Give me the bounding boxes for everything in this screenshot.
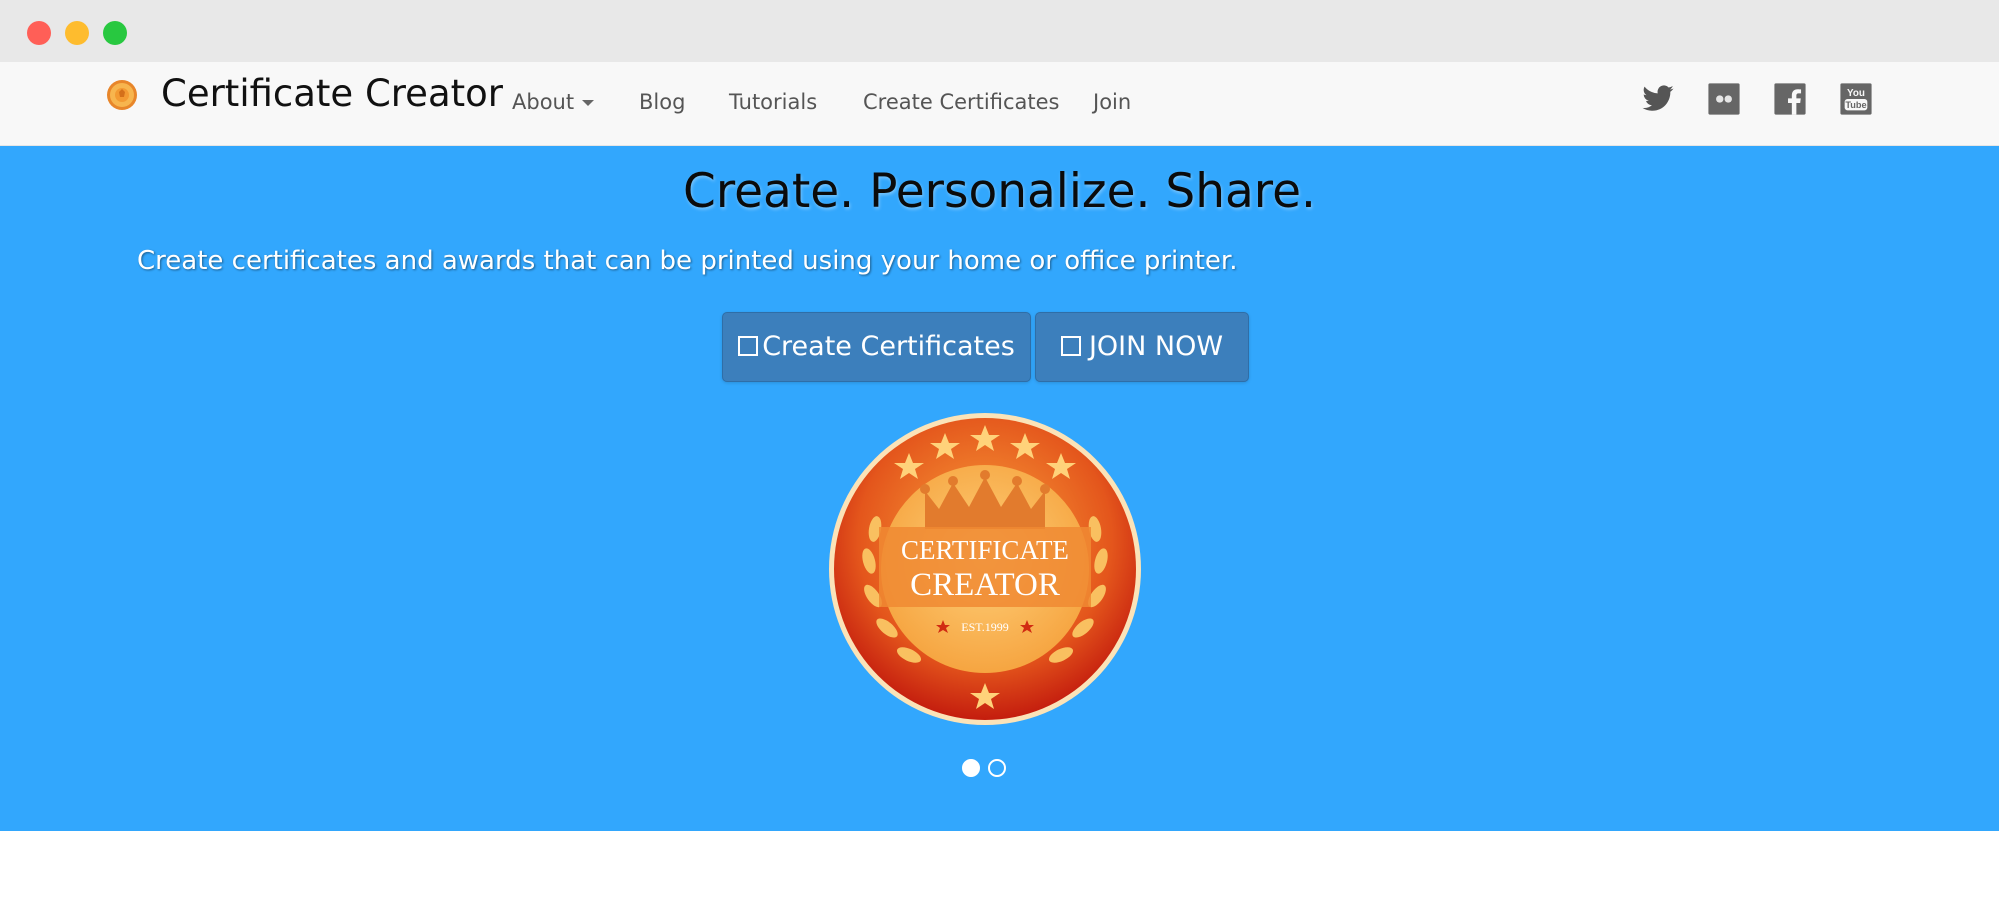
seal-line2: CREATOR	[910, 567, 1060, 603]
nav-about-label: About	[512, 90, 575, 114]
hero-subtitle: Create certificates and awards that can …	[137, 246, 1238, 276]
flickr-icon[interactable]	[1707, 82, 1741, 116]
seal-est: EST.1999	[961, 620, 1008, 634]
seal-line1: CERTIFICATE	[901, 535, 1069, 565]
nav-create-certificates[interactable]: Create Certificates	[863, 82, 1059, 122]
nav-join[interactable]: Join	[1093, 82, 1131, 122]
create-certificates-label: Create Certificates	[762, 331, 1015, 362]
nav-blog[interactable]: Blog	[639, 82, 685, 122]
twitter-icon[interactable]	[1641, 82, 1675, 116]
carousel-indicators	[962, 758, 1010, 778]
hero-carousel: Create. Personalize. Share. Create certi…	[0, 146, 1999, 831]
create-certificates-button[interactable]: Create Certificates	[722, 312, 1031, 382]
window-titlebar	[0, 0, 1999, 62]
nav-tutorials[interactable]: Tutorials	[729, 82, 817, 122]
nav-about[interactable]: About	[512, 82, 595, 122]
youtube-tube-text: Tube	[1845, 100, 1866, 110]
certificate-creator-seal: CERTIFICATE CREATOR EST.1999	[829, 413, 1141, 725]
youtube-logo-text: You	[1847, 88, 1865, 99]
youtube-icon[interactable]: You Tube	[1839, 82, 1873, 116]
square-icon	[1060, 336, 1081, 356]
carousel-indicator-1[interactable]	[962, 759, 980, 777]
top-navbar: Certificate Creator About Blog Tutorials…	[0, 62, 1999, 146]
join-now-label: JOIN NOW	[1088, 331, 1224, 362]
square-icon	[738, 336, 759, 356]
facebook-icon[interactable]	[1773, 82, 1807, 116]
maximize-window-button[interactable]	[103, 21, 127, 45]
minimize-window-button[interactable]	[65, 21, 89, 45]
brand-name[interactable]: Certificate Creator	[161, 72, 503, 116]
medal-icon[interactable]	[106, 79, 138, 111]
carousel-indicator-2[interactable]	[988, 759, 1006, 777]
join-now-button[interactable]: JOIN NOW	[1035, 312, 1249, 382]
caret-down-icon	[582, 100, 595, 106]
hero-title: Create. Personalize. Share.	[683, 164, 1316, 219]
close-window-button[interactable]	[27, 21, 51, 45]
